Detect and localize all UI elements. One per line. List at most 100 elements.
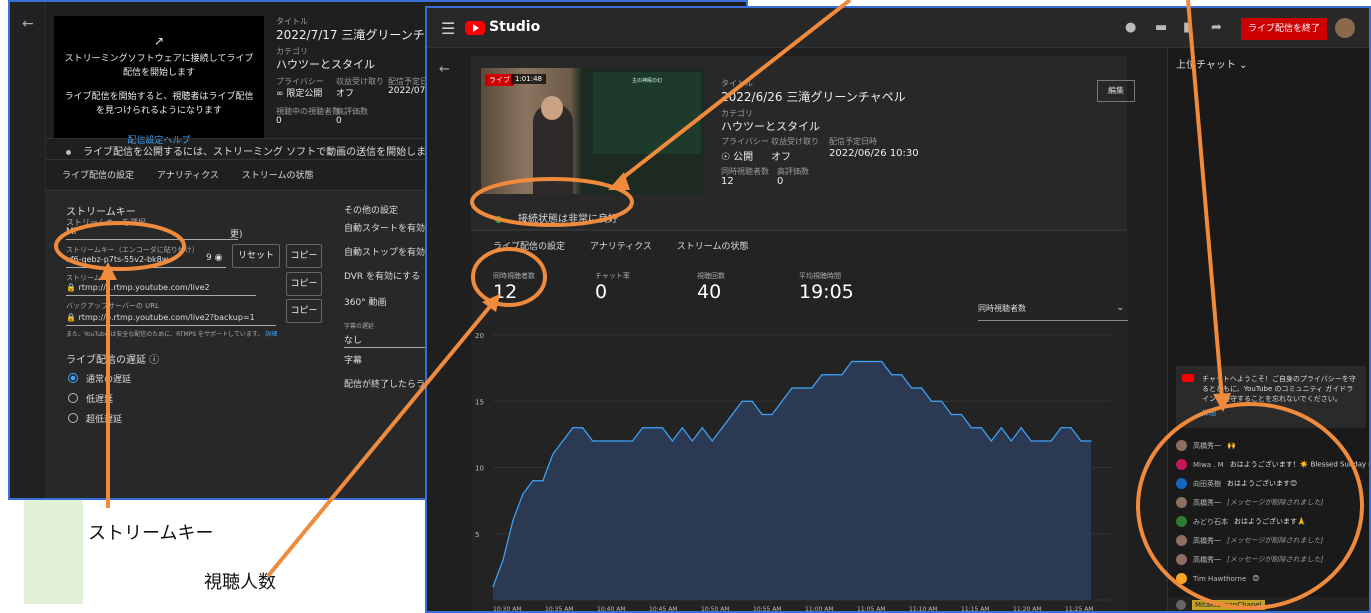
- tab-bar: ライブ配信の設定 アナリティクス ストリームの状態: [62, 168, 334, 181]
- x-tick-label: 10:40 AM: [597, 606, 625, 613]
- chat-author: 高橋秀一: [1193, 498, 1221, 507]
- eye-icon[interactable]: 9 ◉: [206, 253, 222, 263]
- clapper-icon[interactable]: ▬: [1155, 20, 1167, 35]
- latency-ultralow-radio[interactable]: [68, 413, 78, 423]
- latency-normal-label: 通常の遅延: [86, 375, 132, 385]
- back-arrow-icon[interactable]: ←: [22, 16, 34, 32]
- url-field[interactable]: 🔒 rtmp://a.rtmp.youtube.com/live2: [66, 283, 210, 292]
- scheduled-value: 2022/06/26 10:30: [829, 148, 919, 159]
- auto-start-toggle[interactable]: 自動スタートを有効に: [344, 221, 434, 234]
- backup-field-label: バックアップサーバーの URL: [66, 302, 160, 310]
- studio-topbar: ☰ Studio ● ▬ ▮ ➦ ライブ配信を終了: [427, 8, 1369, 48]
- live-video-thumbnail[interactable]: 主の神殿の幻 ライブ 1:01:48: [481, 68, 705, 194]
- app-name: Studio: [489, 19, 541, 35]
- y-tick-label: 5: [475, 531, 479, 539]
- tab-bar: ライブ配信の設定 アナリティクス ストリームの状態: [493, 239, 771, 252]
- tab-settings[interactable]: ライブ配信の設定: [493, 242, 565, 252]
- stream-key-field[interactable]: xf6-qebz-p7ts-55v2-bk8w: [66, 255, 168, 264]
- stat-views-label: 視聴回数: [697, 272, 725, 280]
- avatar[interactable]: [1335, 18, 1355, 38]
- back-arrow-icon[interactable]: ←: [439, 62, 450, 77]
- stream-key-callout: ストリームキー: [88, 523, 214, 544]
- dvr-toggle[interactable]: DVR を有効にする: [344, 269, 420, 282]
- chat-header[interactable]: 上位チャット ⌄: [1168, 48, 1369, 74]
- likes-value: 0: [777, 176, 784, 187]
- concurrent-value: 12: [721, 176, 734, 187]
- data-point: [901, 374, 903, 376]
- chat-text: [メッセージが削除されました]: [1227, 555, 1324, 564]
- stream-key-select[interactable]: Mi: [66, 227, 76, 237]
- x-tick-label: 11:15 AM: [961, 606, 989, 613]
- chevron-down-icon: ⌄: [1239, 60, 1248, 71]
- latency-low-radio[interactable]: [68, 393, 78, 403]
- tab-analytics[interactable]: アナリティクス: [157, 171, 219, 181]
- avatar: [1176, 554, 1187, 565]
- reset-button[interactable]: リセット: [232, 244, 280, 268]
- data-point: [920, 387, 923, 389]
- preview-start-text: ライブ配信を開始すると、視聴者はライブ配信を見つけられるようになります: [64, 92, 254, 116]
- avatar: [1176, 573, 1187, 584]
- menu-icon[interactable]: ☰: [441, 19, 455, 38]
- after-stream-setting[interactable]: 配信が終了したらライ: [344, 377, 434, 390]
- data-point: [831, 374, 833, 376]
- live-elapsed-time: 1:01:48: [511, 74, 546, 84]
- data-point: [492, 586, 494, 588]
- x-tick-label: 11:10 AM: [909, 606, 937, 613]
- chat-message: 高橋秀一 [メッセージが削除されました]: [1176, 554, 1323, 568]
- data-point: [970, 427, 972, 429]
- youtube-logo-icon: [1182, 374, 1194, 382]
- help-icon[interactable]: ●: [1125, 20, 1136, 35]
- select-underline: [66, 239, 238, 240]
- subtitle-delay-label: 字幕の遅延: [344, 323, 375, 330]
- youtube-logo-icon[interactable]: [465, 21, 485, 35]
- data-point: [1090, 440, 1092, 442]
- chat-text: おはようございます🙏: [1234, 517, 1306, 526]
- tab-stream-health[interactable]: ストリームの状態: [677, 242, 749, 252]
- chat-welcome-banner: チャットへようこそ！ご自身のプライバシーを守るとともに、YouTube のコミュ…: [1176, 366, 1366, 428]
- rtmps-note: また、YouTube は安全な配信のために、RTMPS をサポートしています。 …: [66, 331, 278, 338]
- chat-input-bar[interactable]: MitakiGreenChapel: [1168, 597, 1369, 611]
- metric-dropdown-value: 同時視聴者数: [978, 304, 1026, 313]
- blackboard: 主の神殿の幻: [593, 72, 701, 154]
- edit-button[interactable]: 編集: [1097, 80, 1135, 102]
- rtmps-link[interactable]: 詳細: [265, 331, 277, 338]
- data-point: [592, 440, 594, 442]
- likes-value: 0: [336, 116, 342, 126]
- other-settings-heading: その他の設定: [344, 206, 399, 216]
- copy-url-button[interactable]: コピー: [286, 272, 322, 296]
- tab-analytics[interactable]: アナリティクス: [590, 242, 652, 252]
- x-tick-label: 10:35 AM: [545, 606, 573, 613]
- avatar: [1176, 440, 1187, 451]
- y-tick-label: 10: [475, 465, 484, 473]
- stat-watch-time-value: 19:05: [799, 281, 854, 303]
- data-point: [1070, 427, 1072, 429]
- live-chat-panel: 上位チャット ⌄ チャットへようこそ！ご自身のプライバシーを守るとともに、You…: [1167, 48, 1369, 611]
- welcome-more-link[interactable]: 詳細: [1202, 408, 1358, 418]
- copy-key-button[interactable]: コピー: [286, 244, 322, 268]
- chat-message: Tim Hawthorne 😊: [1176, 573, 1260, 587]
- left-nav-strip: ←: [10, 2, 46, 498]
- subtitle-delay-select[interactable]: なし: [344, 333, 362, 346]
- tab-stream-health[interactable]: ストリームの状態: [242, 171, 314, 181]
- url-underline: [66, 295, 256, 296]
- slide-side-panel: [24, 500, 83, 604]
- privacy-value: ☉ 公開: [721, 152, 754, 163]
- latency-heading: ライブ配信の遅延 ⓘ: [66, 355, 160, 366]
- auto-stop-toggle[interactable]: 自動ストップを有効に: [344, 245, 434, 258]
- metric-dropdown[interactable]: 同時視聴者数 ⌄: [978, 303, 1128, 321]
- share-icon[interactable]: ➦: [1211, 20, 1222, 35]
- notice-text: ライブ配信を公開するには、ストリーミング ソフトで動画の送信を開始します: [83, 147, 437, 158]
- backup-url-field[interactable]: 🔒 rtmp://b.rtmp.youtube.com/live2?backup…: [66, 313, 255, 322]
- popout-icon[interactable]: ▮: [1183, 20, 1190, 35]
- tab-settings[interactable]: ライブ配信の設定: [62, 171, 134, 181]
- video-360-toggle[interactable]: 360° 動画: [344, 295, 387, 308]
- captions-setting[interactable]: 字幕: [344, 353, 362, 366]
- end-stream-button[interactable]: ライブ配信を終了: [1241, 18, 1327, 40]
- latency-normal-radio[interactable]: [68, 373, 78, 383]
- chat-message: 高橋秀一 [メッセージが削除されました]: [1176, 497, 1323, 511]
- x-tick-label: 10:55 AM: [753, 606, 781, 613]
- copy-backup-button[interactable]: コピー: [286, 299, 322, 323]
- x-tick-label: 11:25 AM: [1065, 606, 1093, 613]
- avatar: [1176, 516, 1187, 527]
- studio-window: ☰ Studio ● ▬ ▮ ➦ ライブ配信を終了 ← 主の神殿の幻 ライブ 1…: [425, 6, 1371, 613]
